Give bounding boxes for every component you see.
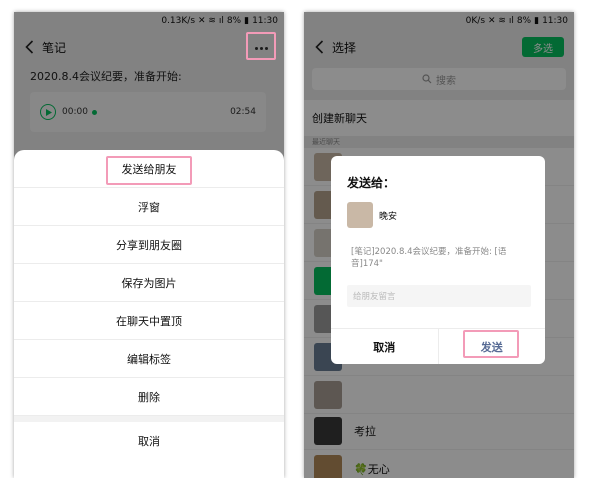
left-phone-screen: 0.13K/s ✕ ≋ ıl 8% ▮ 11:30 笔记 2020.8.4会议纪…: [14, 12, 284, 478]
avatar: [347, 202, 373, 228]
recipient-name: 晚安: [379, 211, 398, 222]
right-phone-screen: 0K/s ✕ ≋ ıl 8% ▮ 11:30 选择 多选 搜索 创建新聊天 最近…: [304, 12, 574, 478]
dialog-title: 发送给：: [347, 176, 396, 190]
menu-edit-tags[interactable]: 编辑标签: [14, 340, 284, 378]
menu-pin-in-chat[interactable]: 在聊天中置顶: [14, 302, 284, 340]
menu-delete[interactable]: 删除: [14, 378, 284, 416]
message-preview: [笔记]2020.8.4会议纪要，准备开始: [语音]174": [351, 247, 507, 269]
menu-share-moments[interactable]: 分享到朋友圈: [14, 226, 284, 264]
highlight-send-to-friend: [106, 156, 192, 185]
menu-save-image[interactable]: 保存为图片: [14, 264, 284, 302]
message-input[interactable]: 给朋友留言: [347, 285, 531, 307]
action-sheet: 发送给朋友 浮窗 分享到朋友圈 保存为图片 在聊天中置顶 编辑标签 删除 取消: [14, 150, 284, 478]
dialog-recipient: 晚安: [347, 202, 397, 228]
cancel-button[interactable]: 取消: [331, 329, 439, 364]
highlight-more-options: [246, 32, 276, 60]
menu-floating-window[interactable]: 浮窗: [14, 188, 284, 226]
menu-cancel[interactable]: 取消: [14, 422, 284, 460]
highlight-send-button: [463, 330, 519, 358]
